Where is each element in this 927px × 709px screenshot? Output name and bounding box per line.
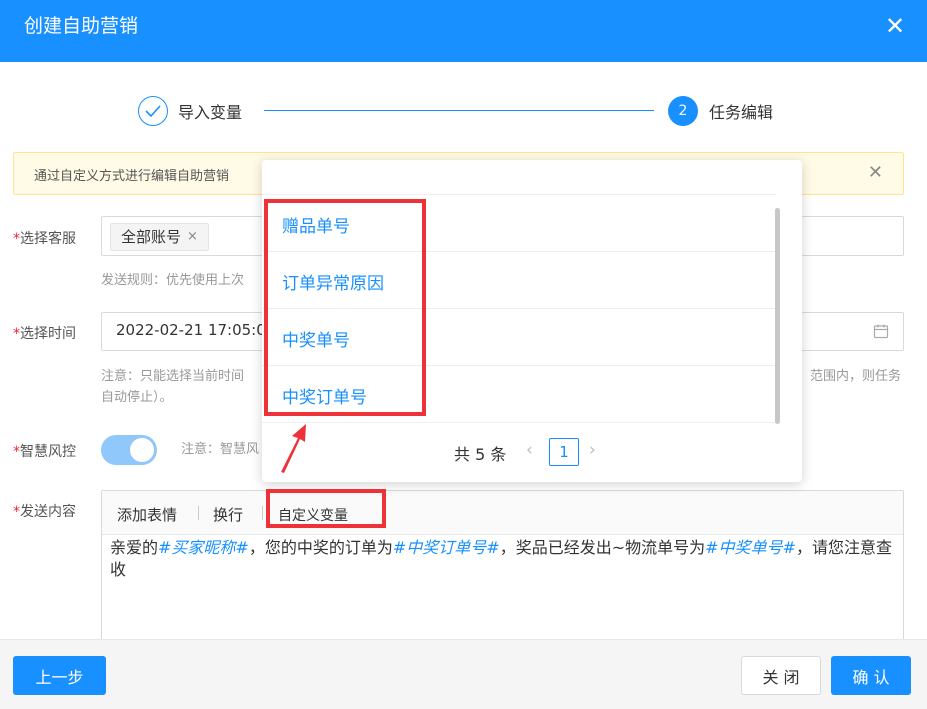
message-text[interactable]: 亲爱的#买家昵称#，您的中奖的订单为#中奖订单号#，奖品已经发出~物流单号为#中… [110,537,895,581]
toggle-knob [130,438,154,462]
highlight-box-list [264,199,426,416]
variable-prize-order-no: #中奖订单号# [392,538,500,557]
time-hint: 注意：只能选择当前时间 [101,369,245,384]
close-button[interactable]: 关 闭 [741,656,821,695]
alert-text: 通过自定义方式进行编辑自助营销 [34,169,230,184]
pagination-page-1[interactable]: 1 [549,438,579,466]
chevron-right-icon[interactable]: › [589,440,596,460]
dialog-header: 创建自助营销 ✕ [0,0,927,62]
required-mark: * [13,444,20,460]
variable-buyer-nickname: #买家昵称# [158,538,249,557]
variable-prize-no: #中奖单号# [705,538,796,557]
risk-toggle[interactable] [101,435,157,465]
content-label: *发送内容 [13,504,76,520]
close-icon[interactable]: ✕ [883,12,907,40]
account-tag: 全部账号 × [110,223,209,251]
check-icon [138,96,168,126]
toolbar-divider [198,506,199,520]
send-rule-hint: 发送规则：优先使用上次 [101,273,245,288]
time-value: 2022-02-21 17:05:0 [116,321,266,339]
required-mark: * [13,504,20,520]
steps-bar: 导入变量 2 任务编辑 [0,62,927,148]
step-label-edit: 任务编辑 [709,103,774,122]
risk-hint: 注意：智慧风 [181,442,260,457]
pagination-total: 共 5 条 [454,445,507,464]
time-hint-line2: 自动停止）。 [101,390,173,405]
pagination: 共 5 条 ‹ 1 › [262,438,802,466]
toolbar-divider [262,506,263,520]
step-label-import: 导入变量 [178,103,243,122]
popover-scrollbar[interactable] [775,208,780,424]
required-mark: * [13,231,20,247]
editor-toolbar: 添加表情 换行 自定义变量 [102,491,903,535]
content-editor: 添加表情 换行 自定义变量 亲爱的#买家昵称#，您的中奖的订单为#中奖订单号#，… [101,490,904,650]
step-connector [264,110,654,111]
add-emoji-button[interactable]: 添加表情 [117,504,177,525]
highlight-box-button [266,489,386,528]
prev-step-button[interactable]: 上一步 [13,656,106,695]
confirm-button[interactable]: 确 认 [831,656,911,695]
dialog-footer: 上一步 关 闭 确 认 [0,639,927,709]
calendar-icon [873,323,889,343]
step-number-2: 2 [668,96,698,126]
account-tag-label: 全部账号 [121,228,182,246]
chevron-left-icon[interactable]: ‹ [526,440,533,460]
tag-close-icon[interactable]: × [187,224,198,250]
risk-label: *智慧风控 [13,444,76,460]
account-label: *选择客服 [13,231,76,247]
alert-close-icon[interactable]: ✕ [868,163,883,183]
required-mark: * [13,326,20,342]
dialog-title: 创建自助营销 [24,15,139,37]
time-hint-tail: 范围内，则任务 [810,369,902,384]
newline-button[interactable]: 换行 [213,504,243,525]
annotation-arrow-icon [281,424,306,473]
time-label: *选择时间 [13,326,76,342]
